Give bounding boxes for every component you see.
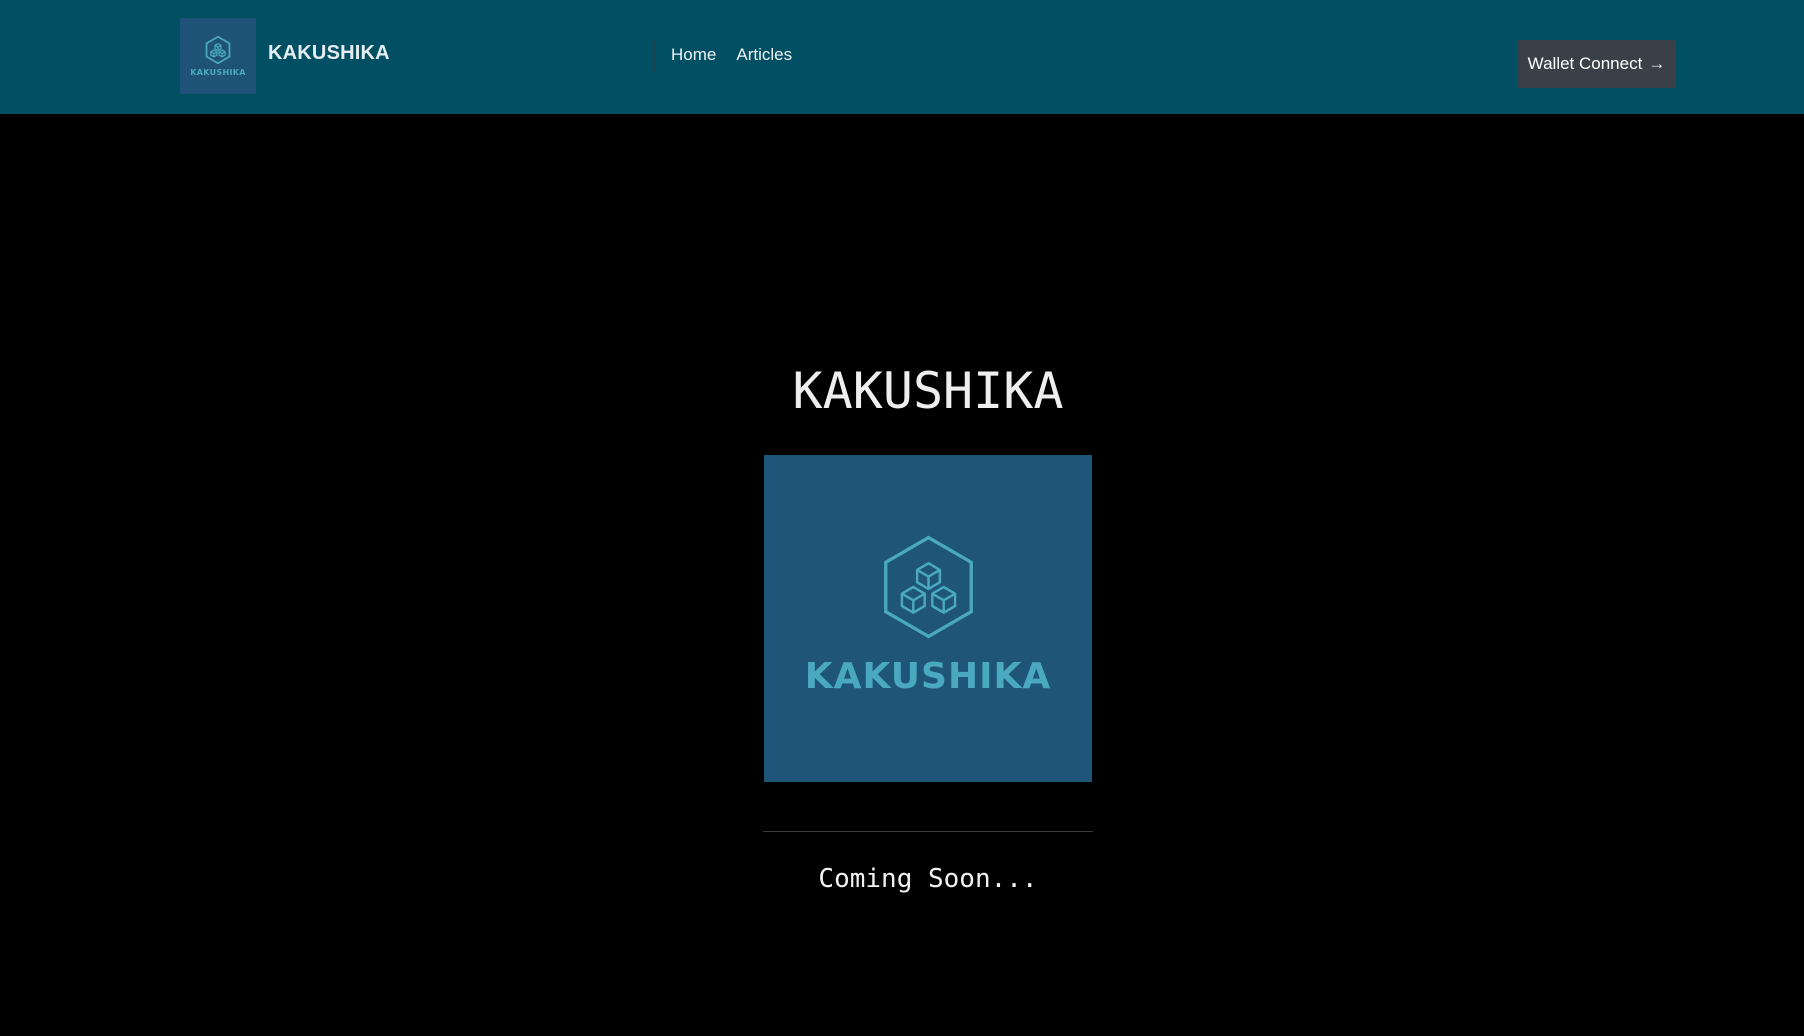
nav-link-home[interactable]: Home xyxy=(671,45,716,65)
hexagon-cubes-icon xyxy=(205,35,231,64)
wallet-connect-label: Wallet Connect xyxy=(1527,54,1643,73)
brand-logo-text: KAKUSHIKA xyxy=(190,67,246,77)
divider xyxy=(763,831,1093,832)
hero-logo: KAKUSHIKA xyxy=(764,455,1092,782)
page-title: KAKUSHIKA xyxy=(792,362,1064,420)
status-text: Coming Soon... xyxy=(818,864,1038,894)
brand-name[interactable]: KAKUSHIKA xyxy=(268,42,390,65)
wallet-connect-button[interactable]: Wallet Connect → xyxy=(1517,40,1676,88)
nav-divider xyxy=(654,39,655,73)
nav-link-articles[interactable]: Articles xyxy=(736,45,792,65)
brand-logo[interactable]: KAKUSHIKA xyxy=(180,18,256,94)
main-nav: Home Articles xyxy=(671,45,792,65)
hexagon-cubes-icon xyxy=(883,535,973,639)
arrow-right-icon: → xyxy=(1648,54,1666,73)
top-navbar: KAKUSHIKA KAKUSHIKA Home Articles Wallet… xyxy=(0,0,1804,114)
hero-logo-text: KAKUSHIKA xyxy=(804,656,1052,697)
